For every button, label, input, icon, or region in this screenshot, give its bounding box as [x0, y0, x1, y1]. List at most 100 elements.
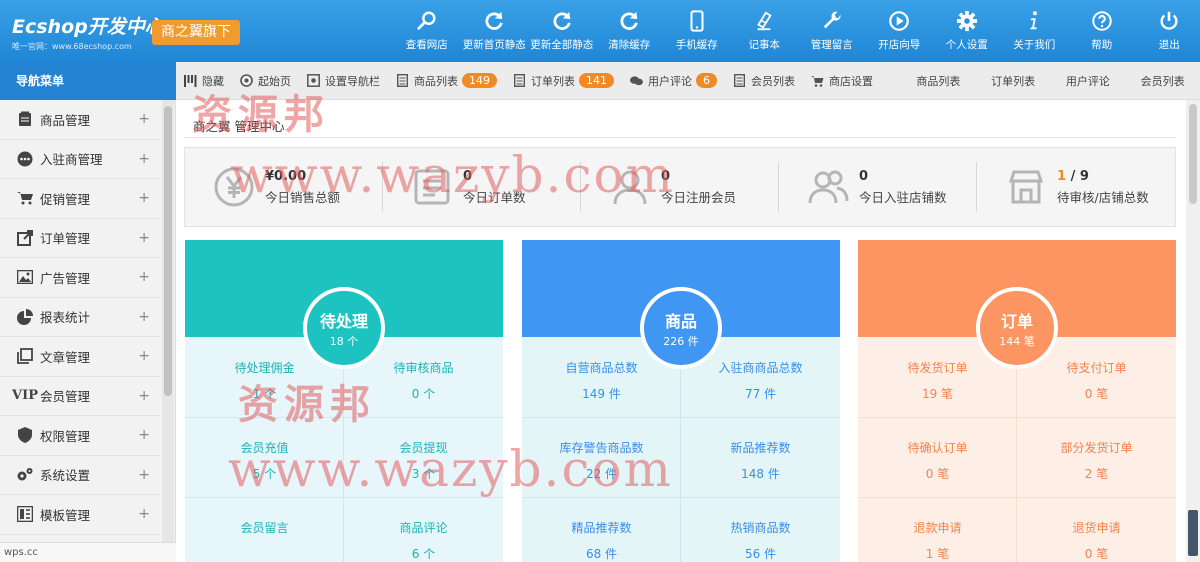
cell-await-confirm[interactable]: 待确认订单 0 笔 — [858, 417, 1017, 497]
tab-hide[interactable]: 隐藏 — [176, 62, 232, 100]
image-icon — [16, 269, 34, 285]
cell-stock-warning[interactable]: 库存警告商品数 22 件 — [522, 417, 681, 497]
sidebar-item-orders[interactable]: 订单管理 + — [0, 219, 160, 258]
cell-return-request[interactable]: 退货申请 0 笔 — [1017, 497, 1176, 562]
cell-refund-request[interactable]: 退款申请 1 笔 — [858, 497, 1017, 562]
cell-label[interactable]: 退货申请 — [1017, 519, 1176, 536]
main-scroll-thumb[interactable] — [1189, 104, 1197, 204]
help-button[interactable]: 帮助 — [1068, 0, 1136, 62]
tab-user-comments-plain[interactable]: 用户评论 — [1051, 62, 1126, 100]
logout-button[interactable]: 退出 — [1136, 0, 1200, 62]
stats-bar: ¥0.00 今日销售总额 0 今日订单数 0 今日注册会员 0 今日入驻店铺数 1 / … — [184, 147, 1176, 227]
cell-label[interactable]: 会员留言 — [185, 519, 344, 536]
notepad-icon — [757, 11, 772, 31]
search-icon — [417, 11, 436, 30]
tab-store-settings[interactable]: 商店设置 — [803, 62, 881, 100]
expand-icon[interactable]: + — [138, 309, 150, 325]
cell-hot-goods[interactable]: 热销商品数 56 件 — [681, 497, 840, 562]
personal-settings-button[interactable]: 个人设置 — [933, 0, 1001, 62]
cell-label[interactable]: 精品推荐数 — [522, 519, 681, 536]
view-store-button[interactable]: 查看网店 — [393, 0, 461, 62]
tab-order-list-plain[interactable]: 订单列表 — [976, 62, 1051, 100]
card-grid: 待处理佣金 1 个 待审核商品 0 个 会员充值 5 个 会员提现 3 个 会员留言 商… — [185, 337, 503, 562]
expand-icon[interactable]: + — [138, 467, 150, 483]
sidebar-item-system-settings[interactable]: 系统设置 + — [0, 456, 160, 495]
cell-member-messages[interactable]: 会员留言 — [185, 497, 344, 562]
expand-icon[interactable]: + — [138, 269, 150, 285]
stat-label: 今日注册会员 — [661, 189, 737, 205]
cell-best-recommend[interactable]: 精品推荐数 68 件 — [522, 497, 681, 562]
expand-icon[interactable]: + — [138, 506, 150, 522]
cell-label[interactable]: 退款申请 — [858, 519, 1017, 536]
tab-product-list-plain[interactable]: 商品列表 — [901, 62, 976, 100]
nav-label: 管理留言 — [810, 39, 853, 51]
cell-label[interactable]: 会员充值 — [185, 439, 344, 456]
expand-icon[interactable]: + — [138, 190, 150, 206]
sidebar-item-label: 报表统计 — [40, 310, 91, 326]
cell-partial-shipped[interactable]: 部分发货订单 2 笔 — [1017, 417, 1176, 497]
cell-label[interactable]: 待审核商品 — [344, 359, 503, 376]
expand-icon[interactable]: + — [138, 427, 150, 443]
sidebar-item-products[interactable]: 商品管理 + — [0, 100, 160, 140]
cell-label[interactable]: 入驻商商品总数 — [681, 359, 840, 376]
sidebar-item-reports[interactable]: 报表统计 + — [0, 298, 160, 337]
cell-label[interactable]: 会员提现 — [344, 439, 503, 456]
cell-label[interactable]: 部分发货订单 — [1017, 439, 1176, 456]
cell-member-withdraw[interactable]: 会员提现 3 个 — [344, 417, 503, 497]
cell-value: 77 件 — [744, 387, 777, 401]
sidebar-item-ads[interactable]: 广告管理 + — [0, 258, 160, 298]
stat-value: ¥0.00 — [265, 168, 307, 184]
clear-cache-button[interactable]: 清除缓存 — [596, 0, 664, 62]
tab-member-list[interactable]: 会员列表 — [725, 62, 803, 100]
expand-icon[interactable]: + — [138, 348, 150, 364]
main-scrollbar[interactable] — [1186, 100, 1200, 562]
cell-label[interactable]: 新品推荐数 — [681, 439, 840, 456]
update-all-static-button[interactable]: 更新全部静态 — [528, 0, 596, 62]
tab-member-list-plain[interactable]: 会员列表 — [1125, 62, 1200, 100]
mobile-cache-button[interactable]: 手机缓存 — [663, 0, 731, 62]
notepad-button[interactable]: 记事本 — [731, 0, 799, 62]
cell-member-recharge[interactable]: 会员充值 5 个 — [185, 417, 344, 497]
cell-label[interactable]: 热销商品数 — [681, 519, 840, 536]
cell-label[interactable]: 待确认订单 — [858, 439, 1017, 456]
tab-user-comments[interactable]: 用户评论 6 — [622, 62, 725, 100]
tab-product-list[interactable]: 商品列表 149 — [388, 62, 505, 100]
expand-icon[interactable]: + — [138, 230, 150, 246]
nav-label: 记事本 — [748, 39, 781, 51]
tab-start-page[interactable]: 起始页 — [232, 62, 299, 100]
cell-label[interactable]: 待支付订单 — [1017, 359, 1176, 376]
sidebar-scrollbar[interactable] — [162, 100, 174, 556]
cell-label[interactable]: 库存警告商品数 — [522, 439, 681, 456]
expand-icon[interactable]: + — [138, 111, 150, 127]
store-wizard-button[interactable]: 开店向导 — [866, 0, 934, 62]
expand-icon[interactable]: + — [138, 151, 150, 167]
cell-value: 149 件 — [582, 387, 621, 401]
sidebar-item-merchants[interactable]: 入驻商管理 + — [0, 140, 160, 179]
manage-messages-button[interactable]: 管理留言 — [798, 0, 866, 62]
tab-nav-settings[interactable]: 设置导航栏 — [299, 62, 388, 100]
logo[interactable]: Ecshop开发中心 唯一官网：www.68ecshop.com — [12, 12, 164, 52]
expand-icon[interactable]: + — [138, 388, 150, 404]
cell-value: 5 个 — [252, 467, 277, 481]
main-content: 商之翼 管理中心 ¥0.00 今日销售总额 0 今日订单数 0 今日注册会员 0 今日入… — [176, 100, 1186, 562]
floating-widget[interactable] — [1188, 510, 1198, 556]
about-us-button[interactable]: 关于我们 — [1001, 0, 1069, 62]
comment-icon — [630, 74, 643, 87]
mobile-icon — [690, 10, 704, 32]
sidebar-item-promotions[interactable]: 促销管理 + — [0, 179, 160, 219]
cell-new-recommend[interactable]: 新品推荐数 148 件 — [681, 417, 840, 497]
sidebar-item-label: 促销管理 — [40, 191, 91, 207]
sidebar-item-members[interactable]: VIP 会员管理 + — [0, 377, 160, 416]
sidebar-item-articles[interactable]: 文章管理 + — [0, 337, 160, 377]
tab-label: 隐藏 — [202, 74, 224, 88]
sidebar-item-label: 模板管理 — [40, 507, 91, 523]
update-home-static-button[interactable]: 更新首页静态 — [461, 0, 529, 62]
stat-value: 0 — [661, 168, 671, 184]
tab-order-list[interactable]: 订单列表 141 — [505, 62, 622, 100]
sidebar-item-templates[interactable]: 模板管理 + — [0, 495, 160, 535]
sidebar-scroll-thumb[interactable] — [164, 106, 172, 396]
cell-value: 56 件 — [744, 547, 777, 561]
sidebar-item-permissions[interactable]: 权限管理 + — [0, 416, 160, 456]
cell-label[interactable]: 商品评论 — [344, 519, 503, 536]
cell-product-comments[interactable]: 商品评论 6 个 — [344, 497, 503, 562]
